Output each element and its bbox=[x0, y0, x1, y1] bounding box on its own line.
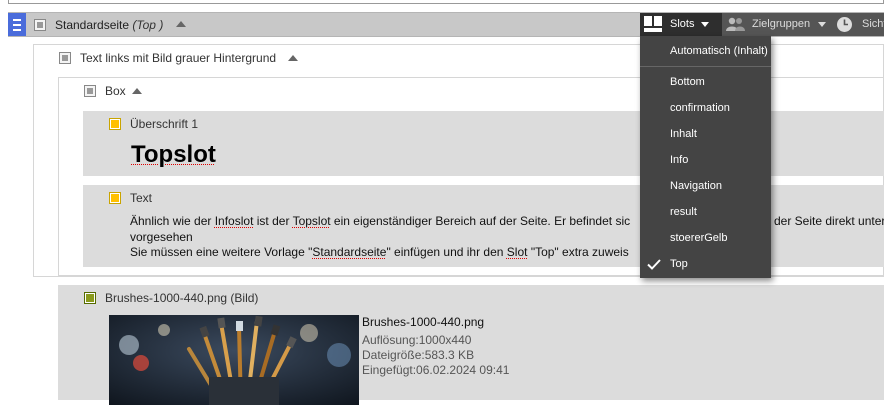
clock-icon bbox=[837, 17, 852, 32]
element-toolbar: Slots Zielgruppen Sichtb bbox=[640, 13, 884, 36]
standardseite-checkbox[interactable] bbox=[34, 19, 46, 31]
slot-option-info[interactable]: Info bbox=[670, 154, 688, 166]
text-segment-spellcheck: Infoslot bbox=[214, 214, 254, 228]
topslot-heading[interactable]: Topslot bbox=[131, 141, 216, 169]
slot-option-inhalt[interactable]: Inhalt bbox=[670, 128, 697, 140]
zielgruppen-caret-down-icon bbox=[818, 22, 826, 27]
box-checkbox[interactable] bbox=[84, 85, 96, 97]
text-segment-spellcheck: Topslot bbox=[292, 214, 331, 228]
layout-slots-icon bbox=[644, 16, 662, 32]
ueberschrift-title: Überschrift 1 bbox=[130, 117, 199, 131]
slot-option-stoerergelb[interactable]: stoererGelb bbox=[670, 232, 727, 244]
container-subtitle-text: (Top ) bbox=[132, 18, 164, 32]
slot-option-bottom[interactable]: Bottom bbox=[670, 76, 705, 88]
slot-option-top[interactable]: Top bbox=[670, 258, 688, 270]
slots-label: Slots bbox=[670, 18, 695, 30]
text-paragraph-line-1-end[interactable]: der Seite direkt unter bbox=[774, 214, 884, 228]
slot-option-navigation[interactable]: Navigation bbox=[670, 180, 722, 192]
text-segment: Sie müssen eine weitere Vorlage " bbox=[130, 245, 313, 259]
slots-button[interactable]: Slots bbox=[640, 13, 722, 36]
text-element-checkbox[interactable] bbox=[109, 192, 121, 204]
text-segment-spellcheck: Slot bbox=[506, 245, 528, 259]
text-segment: ein eigenständiger Bereich auf der Seite… bbox=[330, 214, 631, 228]
slots-caret-down-icon bbox=[701, 22, 709, 27]
ueberschrift-checkbox[interactable] bbox=[109, 118, 121, 130]
text-segment: ist der bbox=[253, 214, 293, 228]
checkmark-icon bbox=[647, 259, 661, 270]
text-segment: "Top" extra zuweis bbox=[527, 245, 629, 259]
text-block-title: Text links mit Bild grauer Hintergrund bbox=[80, 51, 277, 65]
zielgruppen-button[interactable]: Zielgruppen bbox=[722, 13, 828, 36]
previous-element-border bbox=[8, 0, 884, 4]
standardseite-title: Standardseite (Top ) bbox=[55, 18, 163, 32]
image-thumbnail[interactable] bbox=[109, 315, 359, 405]
collapse-caret-up-icon[interactable] bbox=[176, 21, 186, 27]
image-resolution: Auflösung:1000x440 bbox=[362, 333, 472, 347]
box-title: Box bbox=[105, 84, 126, 98]
sichtbarkeit-button[interactable]: Sichtb bbox=[828, 13, 884, 36]
text-segment: " einfügen und ihr den bbox=[386, 245, 507, 259]
slot-option-confirmation[interactable]: confirmation bbox=[670, 102, 730, 114]
text-element-title: Text bbox=[130, 191, 153, 205]
drag-handle-icon[interactable] bbox=[8, 13, 26, 36]
text-segment: der Seite direkt unter bbox=[774, 214, 884, 228]
text-segment: vorgesehen bbox=[130, 230, 193, 244]
image-element-title: Brushes-1000-440.png (Bild) bbox=[105, 291, 259, 305]
text-paragraph-line-3[interactable]: Sie müssen eine weitere Vorlage "Standar… bbox=[130, 245, 629, 259]
image-element-checkbox[interactable] bbox=[84, 292, 96, 304]
text-block-caret-up-icon[interactable] bbox=[288, 55, 298, 61]
image-file-size: Dateigröße:583.3 KB bbox=[362, 348, 475, 362]
brushes-image bbox=[109, 315, 359, 405]
text-paragraph-line-1[interactable]: Ähnlich wie der Infoslot ist der Topslot… bbox=[130, 214, 630, 228]
text-paragraph-line-2[interactable]: vorgesehen bbox=[130, 230, 193, 244]
box-caret-up-icon[interactable] bbox=[132, 88, 142, 94]
image-file-name: Brushes-1000-440.png bbox=[362, 315, 485, 329]
dropdown-separator bbox=[640, 66, 771, 67]
slot-option-result[interactable]: result bbox=[670, 206, 697, 218]
image-inserted-date: Eingefügt:06.02.2024 09:41 bbox=[362, 363, 510, 377]
standardseite-header-bar: Standardseite (Top ) Slots Zielgruppen S… bbox=[8, 12, 884, 37]
text-block-checkbox[interactable] bbox=[59, 52, 71, 64]
text-segment-spellcheck: Standardseite bbox=[312, 245, 387, 259]
users-icon bbox=[726, 17, 745, 31]
zielgruppen-label: Zielgruppen bbox=[752, 18, 811, 30]
sichtbar-label: Sichtb bbox=[862, 18, 884, 30]
container-title-text: Standardseite bbox=[55, 18, 130, 32]
slot-option-automatisch[interactable]: Automatisch (Inhalt) bbox=[670, 45, 768, 57]
text-segment: Ähnlich wie der bbox=[130, 214, 215, 228]
slots-dropdown-menu: Automatisch (Inhalt) Bottom confirmation… bbox=[640, 36, 771, 278]
